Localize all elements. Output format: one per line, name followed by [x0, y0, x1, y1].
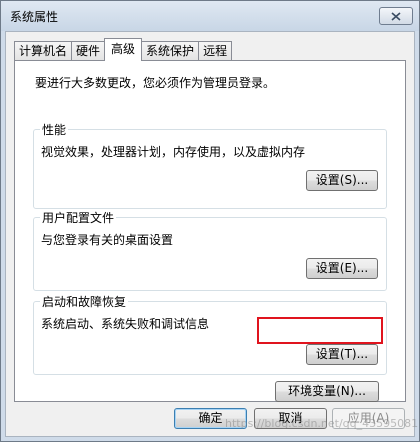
tab-remote[interactable]: 远程 — [198, 41, 233, 61]
performance-description: 视觉效果，处理器计划，内存使用，以及虚拟内存 — [41, 145, 306, 159]
user-profiles-settings-button[interactable]: 设置(E)... — [306, 258, 378, 279]
window-title: 系统属性 — [10, 10, 59, 24]
dialog-body: 计算机名 硬件 高级 系统保护 远程 要进行大多数更改，您必须作为管理员登录。 … — [5, 31, 415, 437]
environment-variables-highlight — [257, 317, 383, 344]
startup-recovery-settings-button[interactable]: 设置(T)... — [306, 344, 378, 365]
advanced-tab-panel: 要进行大多数更改，您必须作为管理员登录。 性能 视觉效果，处理器计划，内存使用，… — [14, 60, 406, 402]
tab-hardware[interactable]: 硬件 — [71, 41, 106, 61]
performance-settings-button[interactable]: 设置(S)... — [306, 170, 378, 191]
environment-variables-button[interactable]: 环境变量(N)... — [275, 381, 379, 402]
startup-recovery-description: 系统启动、系统失败和调试信息 — [41, 317, 210, 331]
watermark: https://blog.csdn.net/qq_43595081 — [225, 417, 419, 430]
close-icon — [391, 11, 401, 21]
close-button[interactable] — [379, 7, 413, 25]
tab-computer-name[interactable]: 计算机名 — [14, 41, 73, 61]
user-profiles-group: 用户配置文件 与您登录有关的桌面设置 设置(E)... — [33, 209, 387, 291]
tab-system-protection[interactable]: 系统保护 — [141, 41, 200, 61]
performance-group: 性能 视觉效果，处理器计划，内存使用，以及虚拟内存 设置(S)... — [33, 121, 387, 209]
system-properties-window: 系统属性 计算机名 硬件 高级 系统保护 远程 要进行大多数更改，您必须作为管理… — [0, 0, 420, 442]
user-profiles-description: 与您登录有关的桌面设置 — [41, 233, 174, 247]
tab-strip: 计算机名 硬件 高级 系统保护 远程 — [14, 38, 233, 61]
startup-recovery-title: 启动和故障恢复 — [40, 293, 129, 310]
title-bar[interactable]: 系统属性 — [1, 1, 419, 31]
admin-notice: 要进行大多数更改，您必须作为管理员登录。 — [35, 76, 276, 90]
performance-title: 性能 — [40, 121, 69, 138]
user-profiles-title: 用户配置文件 — [40, 209, 117, 226]
tab-advanced[interactable]: 高级 — [104, 38, 143, 61]
